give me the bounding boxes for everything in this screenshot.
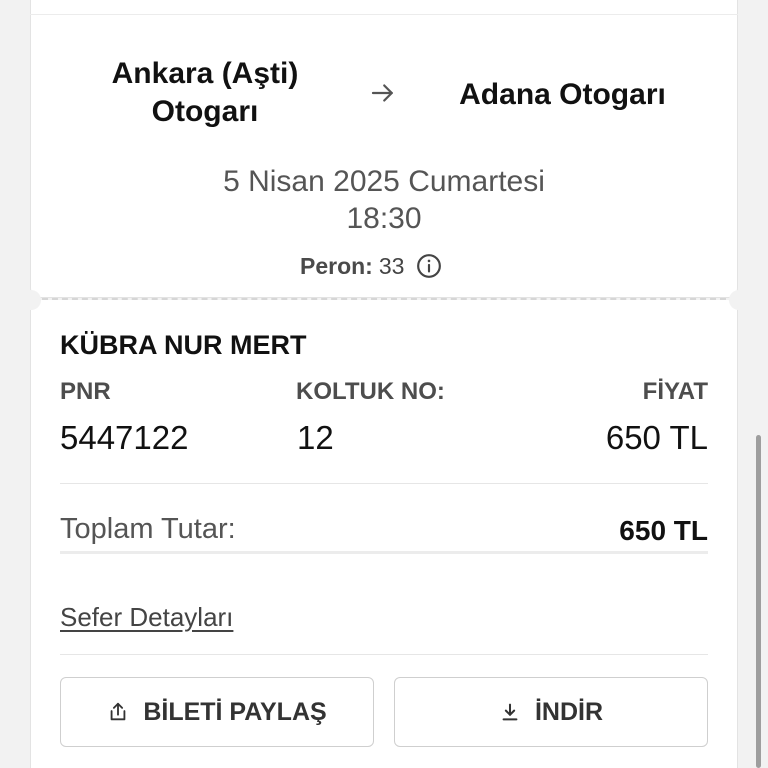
departure-date: 5 Nisan 2025 Cumartesi xyxy=(223,165,545,198)
arrival-station: Adana Otogarı xyxy=(459,78,666,111)
price-value: 650 TL xyxy=(605,419,708,456)
ticket-notch-right xyxy=(729,290,749,310)
total-label: Toplam Tutar: xyxy=(60,513,236,545)
seat-number: 12 xyxy=(297,419,334,456)
download-button-label: İNDİR xyxy=(534,697,604,726)
total-amount: 650 TL xyxy=(619,515,708,546)
ticket-screen: Ankara (Aşti) Otogarı Adana Otogarı 5 Ni… xyxy=(0,0,768,768)
share-ticket-button[interactable]: BİLETİ PAYLAŞ xyxy=(60,677,374,747)
platform-info: Peron: 33 xyxy=(300,252,442,280)
platform-number: 33 xyxy=(378,252,405,279)
divider xyxy=(60,654,708,655)
share-icon xyxy=(107,701,129,723)
divider xyxy=(60,551,708,554)
download-icon xyxy=(499,701,521,723)
info-icon[interactable] xyxy=(416,253,442,279)
passenger-name: KÜBRA NUR MERT xyxy=(60,330,307,360)
pnr-label: PNR xyxy=(60,378,111,405)
seat-label: KOLTUK NO: xyxy=(296,378,445,405)
scrollbar[interactable] xyxy=(756,435,761,768)
price-label: FİYAT xyxy=(642,378,708,405)
departure-station: Ankara (Aşti) Otogarı xyxy=(111,57,299,128)
trip-details-link[interactable]: Sefer Detayları xyxy=(60,601,233,633)
ticket-perforation xyxy=(42,298,726,300)
arrow-right-icon xyxy=(368,78,398,108)
departure-time: 18:30 xyxy=(346,202,422,235)
share-button-label: BİLETİ PAYLAŞ xyxy=(143,697,327,726)
divider xyxy=(60,483,708,484)
top-divider xyxy=(30,14,738,15)
platform-label: Peron: xyxy=(300,252,373,279)
download-button[interactable]: İNDİR xyxy=(394,677,708,747)
pnr-value: 5447122 xyxy=(60,419,189,456)
ticket-notch-left xyxy=(21,290,41,310)
